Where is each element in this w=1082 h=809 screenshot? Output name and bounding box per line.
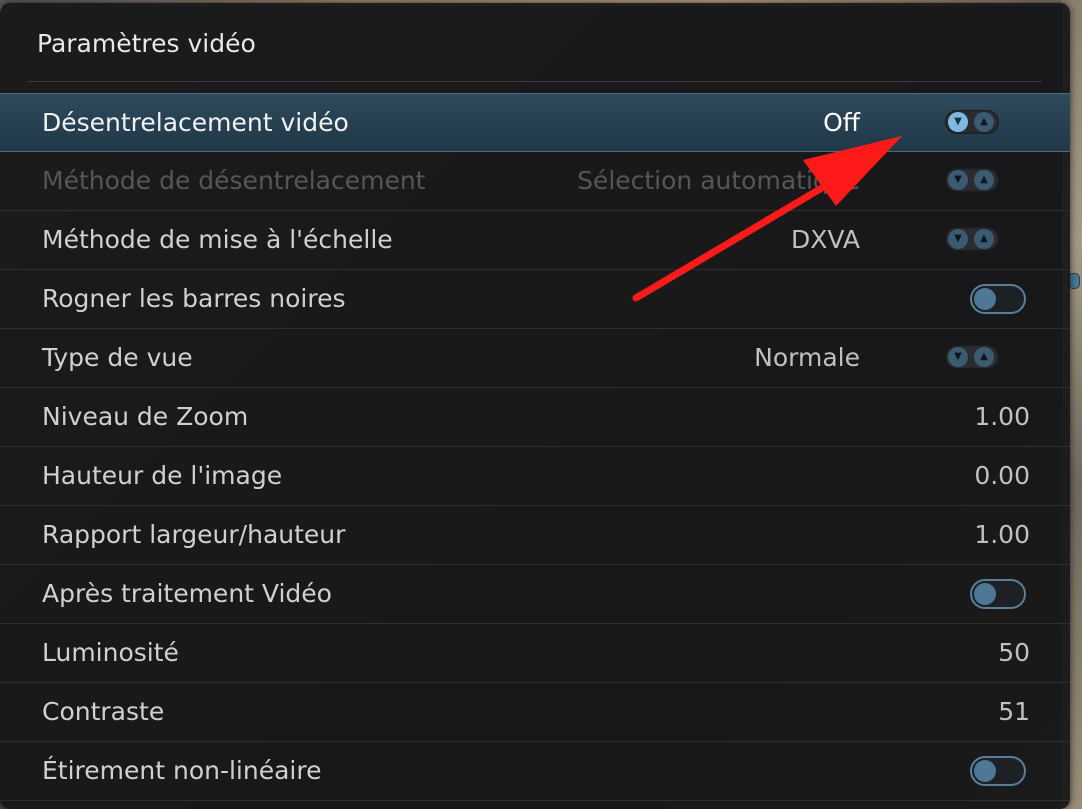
toggle-knob xyxy=(974,760,996,782)
setting-row-type-de-vue[interactable]: Type de vue Normale ▼ ▲ xyxy=(0,329,1070,388)
video-settings-dialog: Paramètres vidéo Désentrelacement vidéo O… xyxy=(0,3,1070,809)
setting-row-rapport-largeur-hauteur[interactable]: Rapport largeur/hauteur 1.00 xyxy=(0,506,1070,565)
setting-row-etirement-non-lineaire[interactable]: Étirement non-linéaire xyxy=(0,742,1070,801)
value-spinner: ▼ ▲ xyxy=(945,168,999,192)
setting-label: Rogner les barres noires xyxy=(42,284,346,313)
settings-list: Désentrelacement vidéo Off ▼ ▲ Méthode de dé… xyxy=(0,93,1070,801)
chevron-up-icon[interactable]: ▲ xyxy=(974,112,994,132)
setting-label: Après traitement Vidéo xyxy=(42,579,332,608)
setting-row-methode-de-mise-a-l-echelle[interactable]: Méthode de mise à l'échelle DXVA ▼ ▲ xyxy=(0,211,1070,270)
setting-value: 1.00 xyxy=(974,520,1030,549)
toggle-knob xyxy=(974,583,996,605)
setting-label: Niveau de Zoom xyxy=(42,402,249,431)
setting-row-apres-traitement-video[interactable]: Après traitement Vidéo xyxy=(0,565,1070,624)
setting-value: 1.00 xyxy=(974,402,1030,431)
chevron-down-icon: ▼ xyxy=(948,170,968,190)
setting-value: Normale xyxy=(754,343,860,372)
setting-row-desentrelacement-video[interactable]: Désentrelacement vidéo Off ▼ ▲ xyxy=(0,93,1070,152)
setting-label: Étirement non-linéaire xyxy=(42,756,322,785)
dialog-title: Paramètres vidéo xyxy=(37,29,256,58)
chevron-up-icon: ▲ xyxy=(974,170,994,190)
setting-label: Type de vue xyxy=(42,343,193,372)
value-spinner: ▼ ▲ xyxy=(945,110,999,134)
setting-value: Off xyxy=(823,108,860,137)
chevron-down-icon[interactable]: ▼ xyxy=(948,229,968,249)
toggle-switch[interactable] xyxy=(970,579,1026,609)
setting-label: Désentrelacement vidéo xyxy=(42,108,349,137)
setting-label: Méthode de désentrelacement xyxy=(42,166,426,195)
chevron-down-icon[interactable]: ▼ xyxy=(948,112,968,132)
toggle-knob xyxy=(974,288,996,310)
setting-row-niveau-de-zoom[interactable]: Niveau de Zoom 1.00 xyxy=(0,388,1070,447)
setting-value: 0.00 xyxy=(974,461,1030,490)
chevron-up-icon[interactable]: ▲ xyxy=(974,347,994,367)
chevron-down-icon[interactable]: ▼ xyxy=(948,347,968,367)
value-spinner: ▼ ▲ xyxy=(945,345,999,369)
toggle-switch[interactable] xyxy=(970,284,1026,314)
setting-value: Sélection automatique xyxy=(577,166,860,195)
value-spinner: ▼ ▲ xyxy=(945,227,999,251)
setting-row-methode-de-desentrelacement: Méthode de désentrelacement Sélection aut… xyxy=(0,152,1070,211)
setting-value: DXVA xyxy=(791,225,860,254)
setting-row-hauteur-de-l-image[interactable]: Hauteur de l'image 0.00 xyxy=(0,447,1070,506)
setting-value: 51 xyxy=(998,697,1030,726)
title-divider xyxy=(28,81,1042,82)
setting-value: 50 xyxy=(998,638,1030,667)
setting-label: Méthode de mise à l'échelle xyxy=(42,225,393,254)
setting-row-contraste[interactable]: Contraste 51 xyxy=(0,683,1070,742)
setting-label: Hauteur de l'image xyxy=(42,461,283,490)
chevron-up-icon[interactable]: ▲ xyxy=(974,229,994,249)
setting-label: Contraste xyxy=(42,697,165,726)
toggle-switch[interactable] xyxy=(970,756,1026,786)
setting-label: Luminosité xyxy=(42,638,179,667)
setting-row-luminosite[interactable]: Luminosité 50 xyxy=(0,624,1070,683)
setting-label: Rapport largeur/hauteur xyxy=(42,520,346,549)
setting-row-rogner-les-barres-noires[interactable]: Rogner les barres noires xyxy=(0,270,1070,329)
